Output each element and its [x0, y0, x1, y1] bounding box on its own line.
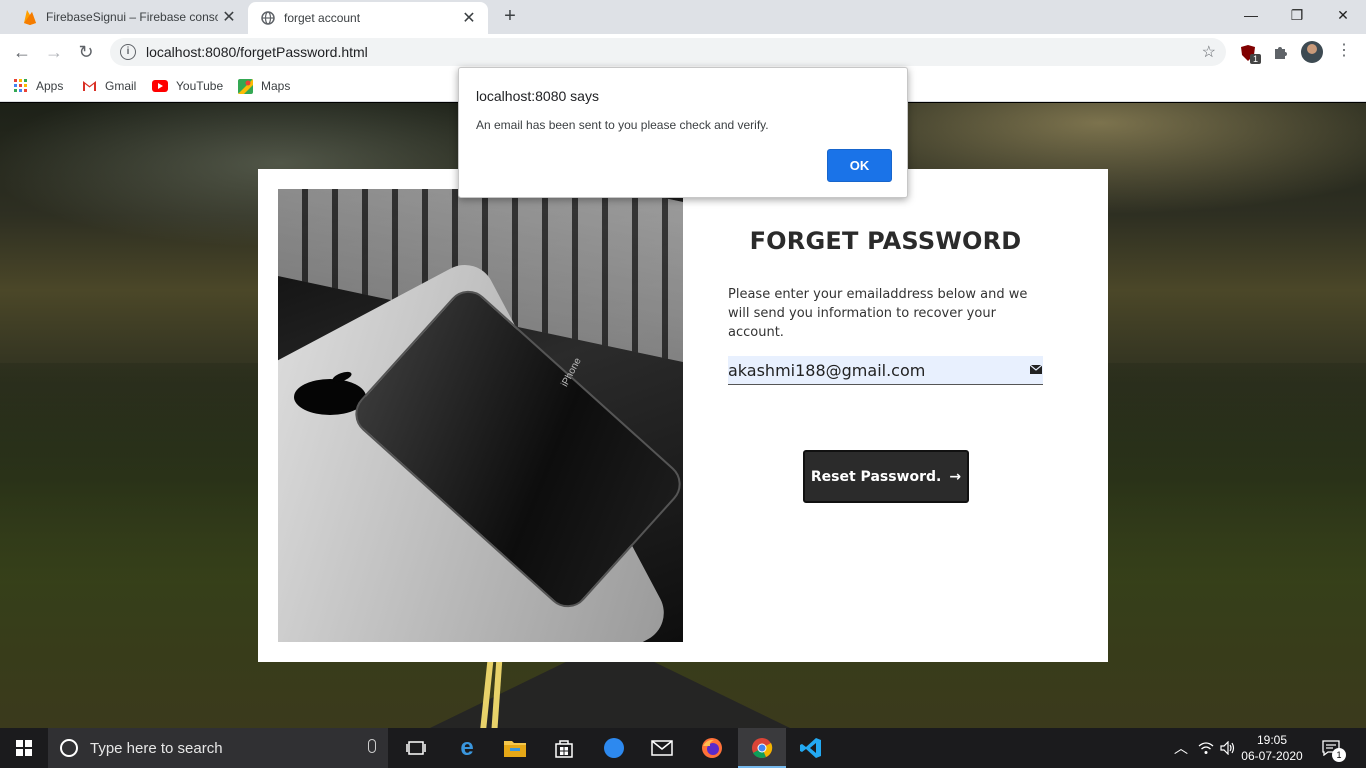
reset-form: FORGET PASSWORD Please enter your emaila… [728, 169, 1043, 662]
alert-title: localhost:8080 says [476, 88, 599, 104]
alert-dialog: localhost:8080 says An email has been se… [458, 67, 908, 198]
apps-grid-icon [14, 79, 28, 93]
close-window-button[interactable]: ✕ [1320, 0, 1366, 30]
store-icon[interactable] [540, 728, 588, 768]
windows-taskbar: Type here to search e ︿ 19:05 06-07-2020 [0, 728, 1366, 768]
cortana-icon [60, 739, 78, 757]
email-field[interactable] [728, 356, 1043, 385]
notification-center-icon[interactable]: 1 [1322, 728, 1346, 768]
browser-toolbar: ← → ↻ i localhost:8080/forgetPassword.ht… [0, 34, 1366, 70]
firefox-icon[interactable] [688, 728, 736, 768]
network-icon[interactable] [1198, 728, 1214, 768]
start-button[interactable] [0, 728, 48, 768]
clock-time: 19:05 [1256, 733, 1288, 747]
vscode-icon[interactable] [787, 728, 835, 768]
windows-logo-icon [16, 740, 32, 756]
taskbar-search-box[interactable]: Type here to search [48, 728, 388, 768]
taskbar-clock[interactable]: 19:05 06-07-2020 [1240, 732, 1304, 764]
volume-icon[interactable] [1220, 728, 1236, 768]
gmail-icon [82, 80, 97, 92]
compass-app-icon[interactable] [590, 728, 638, 768]
forget-password-card: iPad iPhone FORGET PASSWORD Please enter… [258, 169, 1108, 662]
bookmark-gmail[interactable]: Gmail [82, 77, 136, 95]
bookmark-youtube[interactable]: YouTube [152, 77, 223, 95]
firebase-flame-icon [22, 9, 38, 25]
tab-title: forget account [284, 11, 361, 25]
close-tab-icon[interactable]: ✕ [458, 8, 480, 28]
bookmark-star-icon[interactable]: ☆ [1202, 42, 1216, 62]
mail-app-icon[interactable] [638, 728, 686, 768]
tab-strip: FirebaseSignui – Firebase console ✕ forg… [0, 0, 1366, 34]
chrome-taskbar-icon[interactable] [738, 728, 786, 768]
alert-ok-button[interactable]: OK [827, 149, 892, 182]
reset-password-button[interactable]: Reset Password. → [803, 450, 969, 503]
edge-icon[interactable]: e [443, 728, 491, 768]
close-tab-icon[interactable]: ✕ [218, 7, 240, 27]
mail-icon [1030, 365, 1042, 374]
extensions-puzzle-icon[interactable] [1270, 43, 1290, 63]
restore-button[interactable]: ❐ [1274, 0, 1320, 30]
info-icon[interactable]: i [120, 44, 136, 60]
form-description: Please enter your emailaddress below and… [728, 287, 1028, 340]
devices-photo: iPad iPhone [278, 189, 683, 642]
address-bar[interactable]: i localhost:8080/forgetPassword.html ☆ [110, 38, 1226, 66]
url-text: localhost:8080/forgetPassword.html [146, 44, 368, 60]
bookmark-label: Apps [36, 79, 64, 93]
page-title: FORGET PASSWORD [749, 227, 1022, 255]
minimize-button[interactable]: — [1228, 0, 1274, 30]
forward-button[interactable]: → [40, 38, 68, 66]
alert-message: An email has been sent to you please che… [476, 118, 769, 132]
reset-password-label: Reset Password. [810, 468, 942, 485]
tab-title: FirebaseSignui – Firebase console [46, 10, 218, 24]
menu-kebab-icon[interactable]: ⋮ [1336, 42, 1352, 60]
show-hidden-icons-chevron-icon[interactable]: ︿ [1174, 728, 1188, 768]
task-view-icon[interactable] [392, 728, 440, 768]
tab-firebase-console[interactable]: FirebaseSignui – Firebase console ✕ [8, 0, 248, 34]
ublock-extension-icon[interactable]: 1 [1238, 43, 1262, 64]
bookmark-maps[interactable]: Maps [238, 77, 290, 95]
bookmark-label: Gmail [105, 79, 137, 93]
search-placeholder: Type here to search [90, 739, 223, 757]
file-explorer-icon[interactable] [491, 728, 539, 768]
back-button[interactable]: ← [8, 38, 36, 66]
extension-badge: 1 [1250, 54, 1262, 64]
bookmark-label: Maps [261, 79, 291, 93]
arrow-right-icon: → [949, 468, 962, 485]
notification-count-badge: 1 [1332, 748, 1346, 762]
maps-icon [238, 78, 253, 94]
new-tab-button[interactable]: + [498, 5, 522, 29]
reload-button[interactable]: ↻ [72, 38, 100, 66]
bookmark-label: YouTube [176, 79, 224, 93]
tab-forget-account[interactable]: forget account ✕ [248, 2, 488, 34]
bookmark-apps[interactable]: Apps [14, 77, 63, 95]
globe-icon [260, 10, 276, 26]
microphone-icon[interactable] [368, 739, 376, 753]
youtube-icon [152, 80, 168, 92]
profile-avatar[interactable] [1301, 41, 1323, 63]
clock-date: 06-07-2020 [1241, 749, 1303, 763]
